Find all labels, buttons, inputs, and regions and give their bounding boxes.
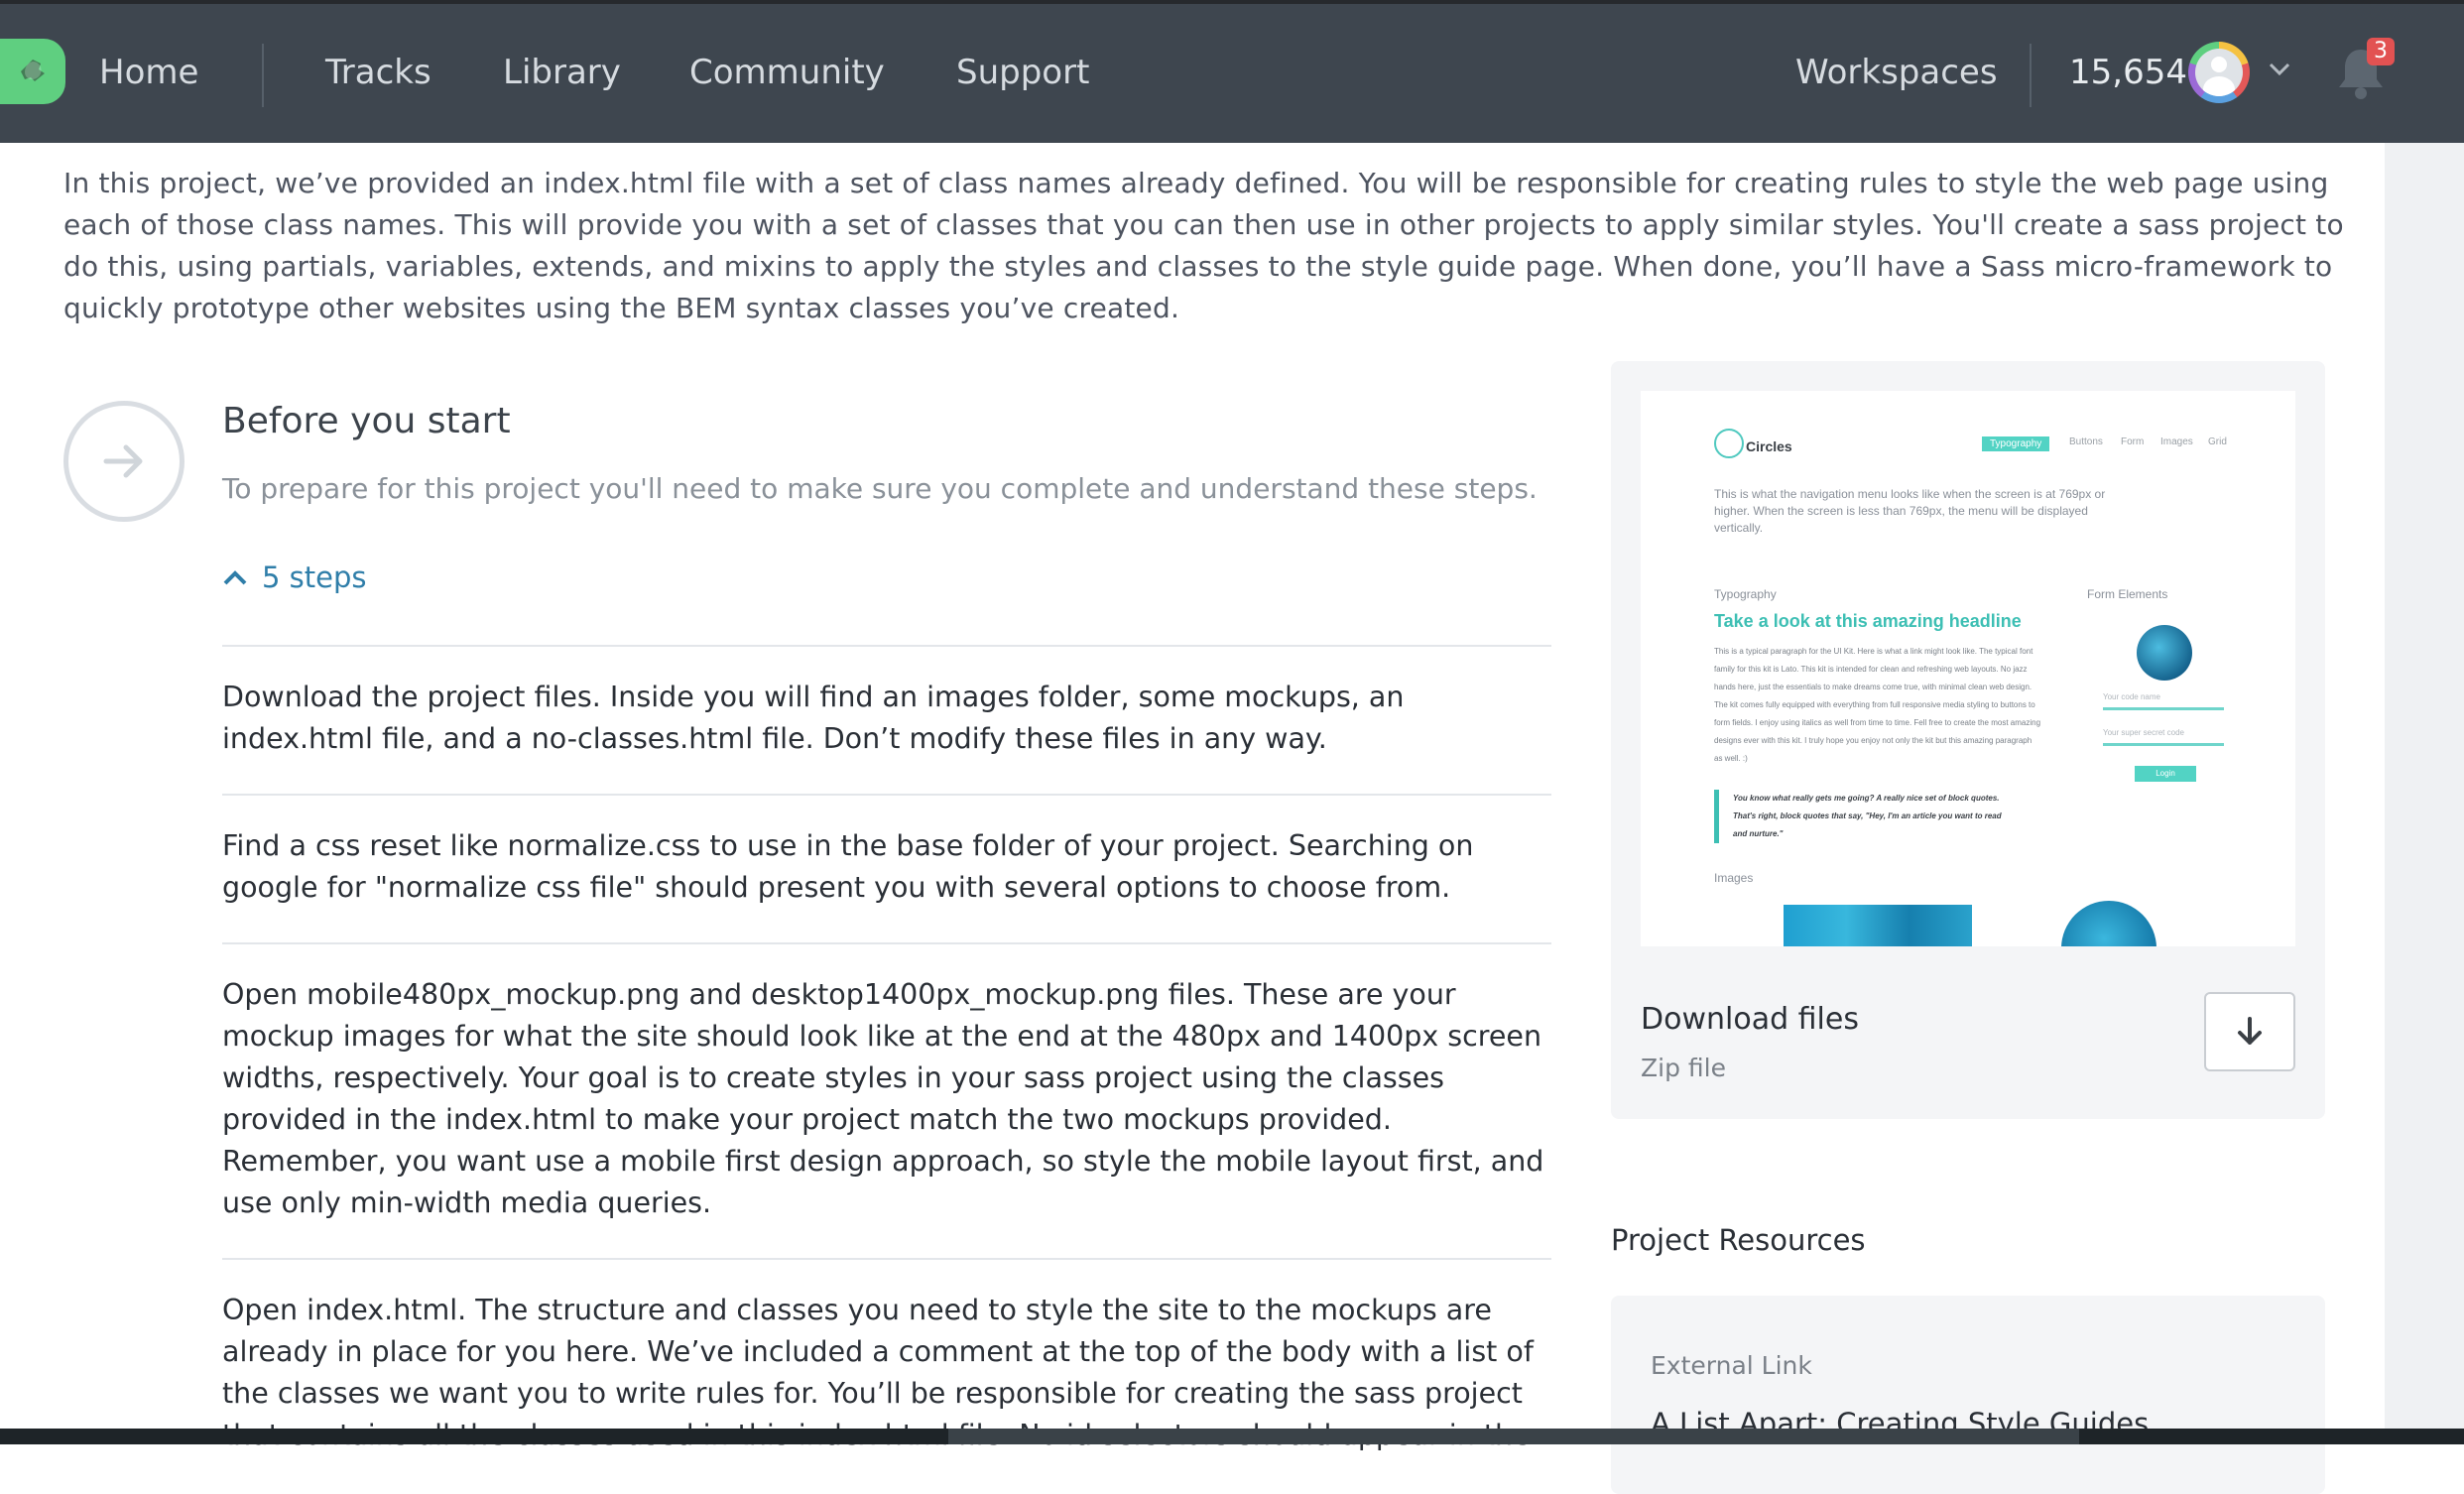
nav-divider-right xyxy=(2030,44,2032,107)
project-intro: In this project, we’ve provided an index… xyxy=(63,167,2344,324)
user-avatar[interactable] xyxy=(2188,42,2250,103)
project-resources-heading: Project Resources xyxy=(1611,1223,1866,1257)
nav-workspaces[interactable]: Workspaces xyxy=(1795,48,1998,97)
treehouse-logo-icon[interactable] xyxy=(0,39,65,104)
preview-tab: Form xyxy=(2121,436,2145,447)
page-scrollbar[interactable] xyxy=(2385,143,2464,1432)
step-status-circle xyxy=(63,401,185,522)
divider xyxy=(222,942,1551,944)
preview-avatar xyxy=(2137,625,2192,681)
points-count: 15,654 xyxy=(2069,53,2187,92)
bottom-window-strip xyxy=(0,1429,2464,1444)
preview-body: This is a typical paragraph for the UI K… xyxy=(1714,647,2041,763)
divider xyxy=(222,794,1551,796)
download-files-type: Zip file xyxy=(1641,1054,1726,1082)
top-navigation-bar: Home Tracks Library Community Support Wo… xyxy=(0,0,2464,143)
preview-login-button: Login xyxy=(2135,766,2196,782)
chevron-down-icon[interactable] xyxy=(2268,62,2291,77)
step-item: Find a css reset like normalize.css to u… xyxy=(222,829,1474,904)
preview-headline: Take a look at this amazing headline xyxy=(1714,611,2022,631)
nav-library[interactable]: Library xyxy=(503,48,621,97)
preview-tab: Buttons xyxy=(2069,436,2103,447)
download-arrow-icon xyxy=(2238,1017,2262,1045)
preview-nav-note: This is what the navigation menu looks l… xyxy=(1714,487,2106,535)
circles-logo-icon xyxy=(1714,429,1744,458)
download-button[interactable] xyxy=(2204,992,2295,1071)
arrow-right-icon xyxy=(103,444,143,478)
preview-field: Your super secret code xyxy=(2103,728,2224,746)
preview-field: Your code name xyxy=(2103,692,2224,710)
divider xyxy=(222,645,1551,647)
preview-quote: You know what really gets me going? A re… xyxy=(1714,790,2011,843)
style-guide-preview: Circles Typography Buttons Form Images G… xyxy=(1641,391,2295,946)
before-you-start-subtitle: To prepare for this project you'll need … xyxy=(222,472,1538,505)
preview-image xyxy=(1784,905,1972,946)
preview-tab: Grid xyxy=(2208,436,2227,447)
step-item: Download the project files. Inside you w… xyxy=(222,681,1405,755)
divider xyxy=(222,1258,1551,1260)
steps-toggle-label: 5 steps xyxy=(262,560,367,594)
nav-community[interactable]: Community xyxy=(689,48,885,97)
chevron-up-icon xyxy=(223,570,247,585)
nav-support[interactable]: Support xyxy=(956,48,1089,97)
resource-card[interactable] xyxy=(1611,1296,2325,1494)
nav-home[interactable]: Home xyxy=(99,48,198,97)
window-top-strip xyxy=(0,0,2464,4)
preview-typography-label: Typography xyxy=(1714,587,1777,601)
resource-type: External Link xyxy=(1651,1351,1812,1380)
before-you-start-heading: Before you start xyxy=(222,401,511,441)
preview-form-label: Form Elements xyxy=(2087,587,2168,601)
preview-images-label: Images xyxy=(1714,871,1754,885)
notification-badge: 3 xyxy=(2367,38,2395,65)
preview-image-round xyxy=(2061,901,2156,946)
steps-toggle[interactable]: 5 steps xyxy=(222,560,367,594)
nav-divider xyxy=(262,44,264,107)
preview-tab: Typography xyxy=(1982,436,2050,451)
bottom-window-strip-segment xyxy=(948,1429,2079,1444)
nav-tracks[interactable]: Tracks xyxy=(325,48,431,97)
step-item: Open mobile480px_mockup.png and desktop1… xyxy=(222,978,1544,1219)
download-files-title: Download files xyxy=(1641,1002,1859,1037)
preview-tab: Images xyxy=(2160,436,2193,447)
preview-brand: Circles xyxy=(1746,438,1792,454)
